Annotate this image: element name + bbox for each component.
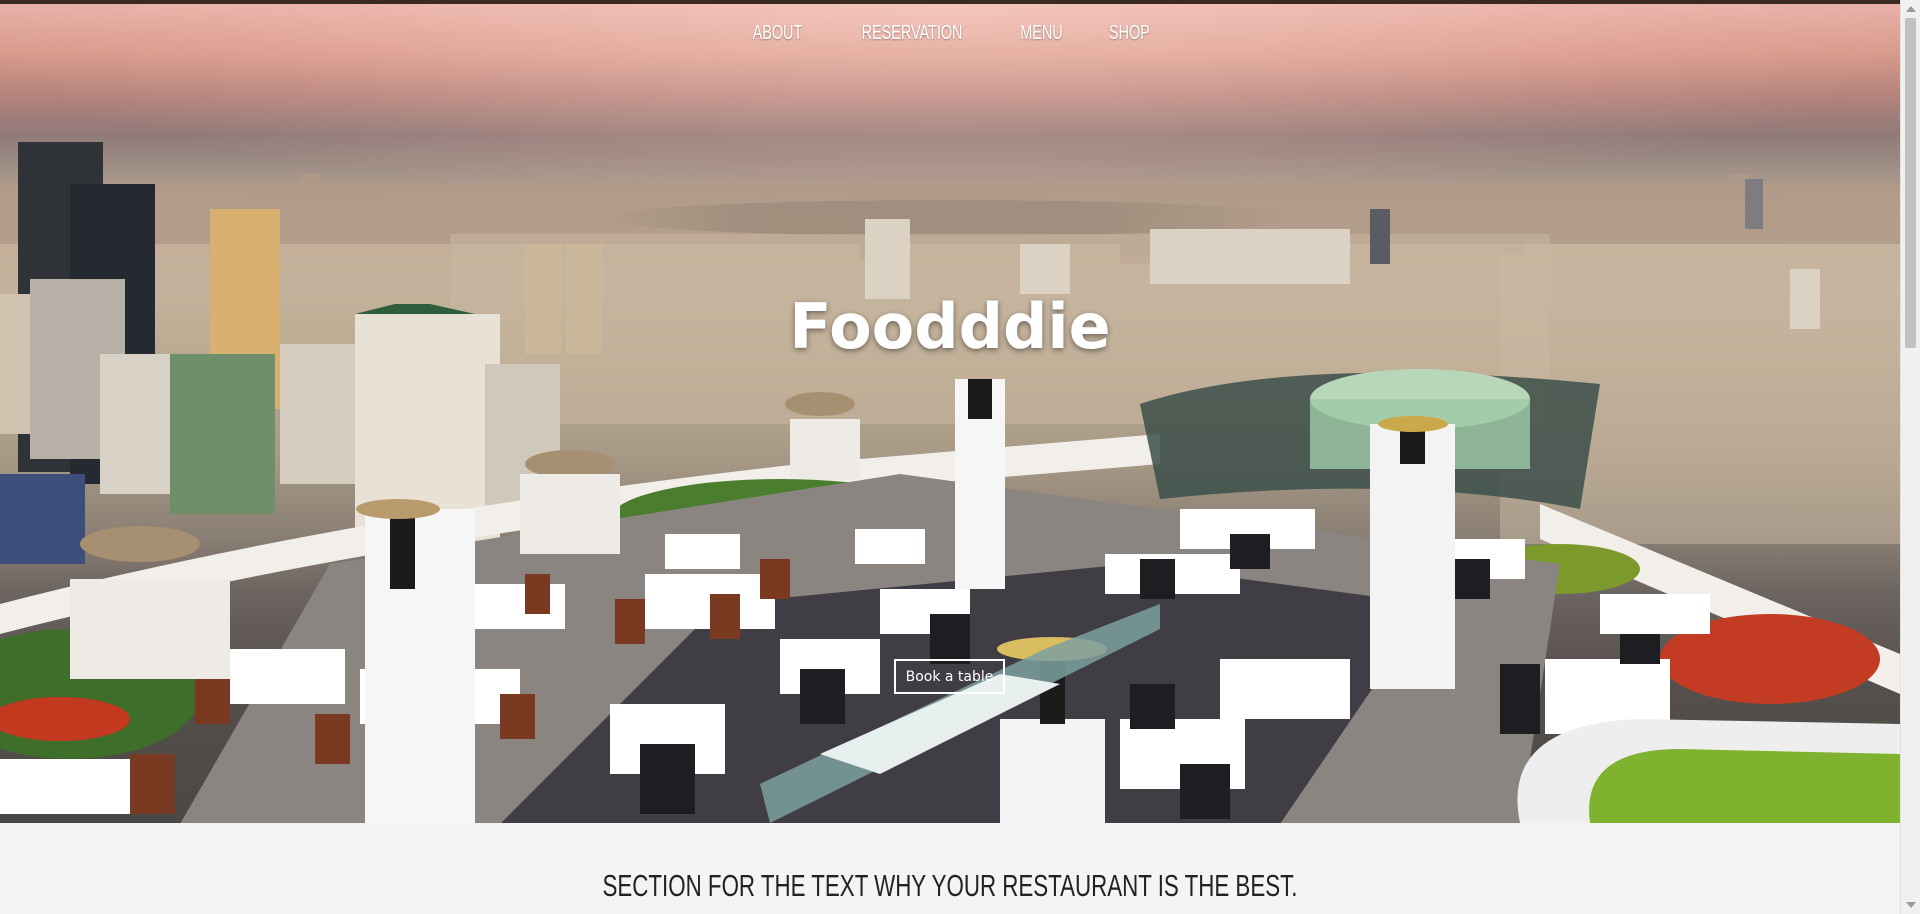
main-navigation: ABOUT RESERVATION MENU SHOP [0,22,1900,45]
nav-item-about[interactable]: ABOUT [752,22,802,45]
nav-item-shop[interactable]: SHOP [1108,22,1149,45]
nav-item-menu[interactable]: MENU [1020,22,1062,45]
scroll-thumb[interactable] [1905,18,1916,348]
hero-image-illustration [0,142,1900,823]
section-heading: SECTION FOR THE TEXT WHY YOUR RESTAURANT… [602,868,1298,903]
book-table-button[interactable]: Book a table [894,659,1005,694]
scroll-down-arrow-icon[interactable] [1906,902,1916,908]
scroll-up-arrow-icon[interactable] [1906,6,1916,12]
nav-item-reservation[interactable]: RESERVATION [861,22,962,45]
brand-title: Foodddie [789,290,1111,363]
hero-banner [0,4,1900,823]
vertical-scrollbar[interactable] [1900,0,1920,914]
round-planter [1517,719,1900,823]
